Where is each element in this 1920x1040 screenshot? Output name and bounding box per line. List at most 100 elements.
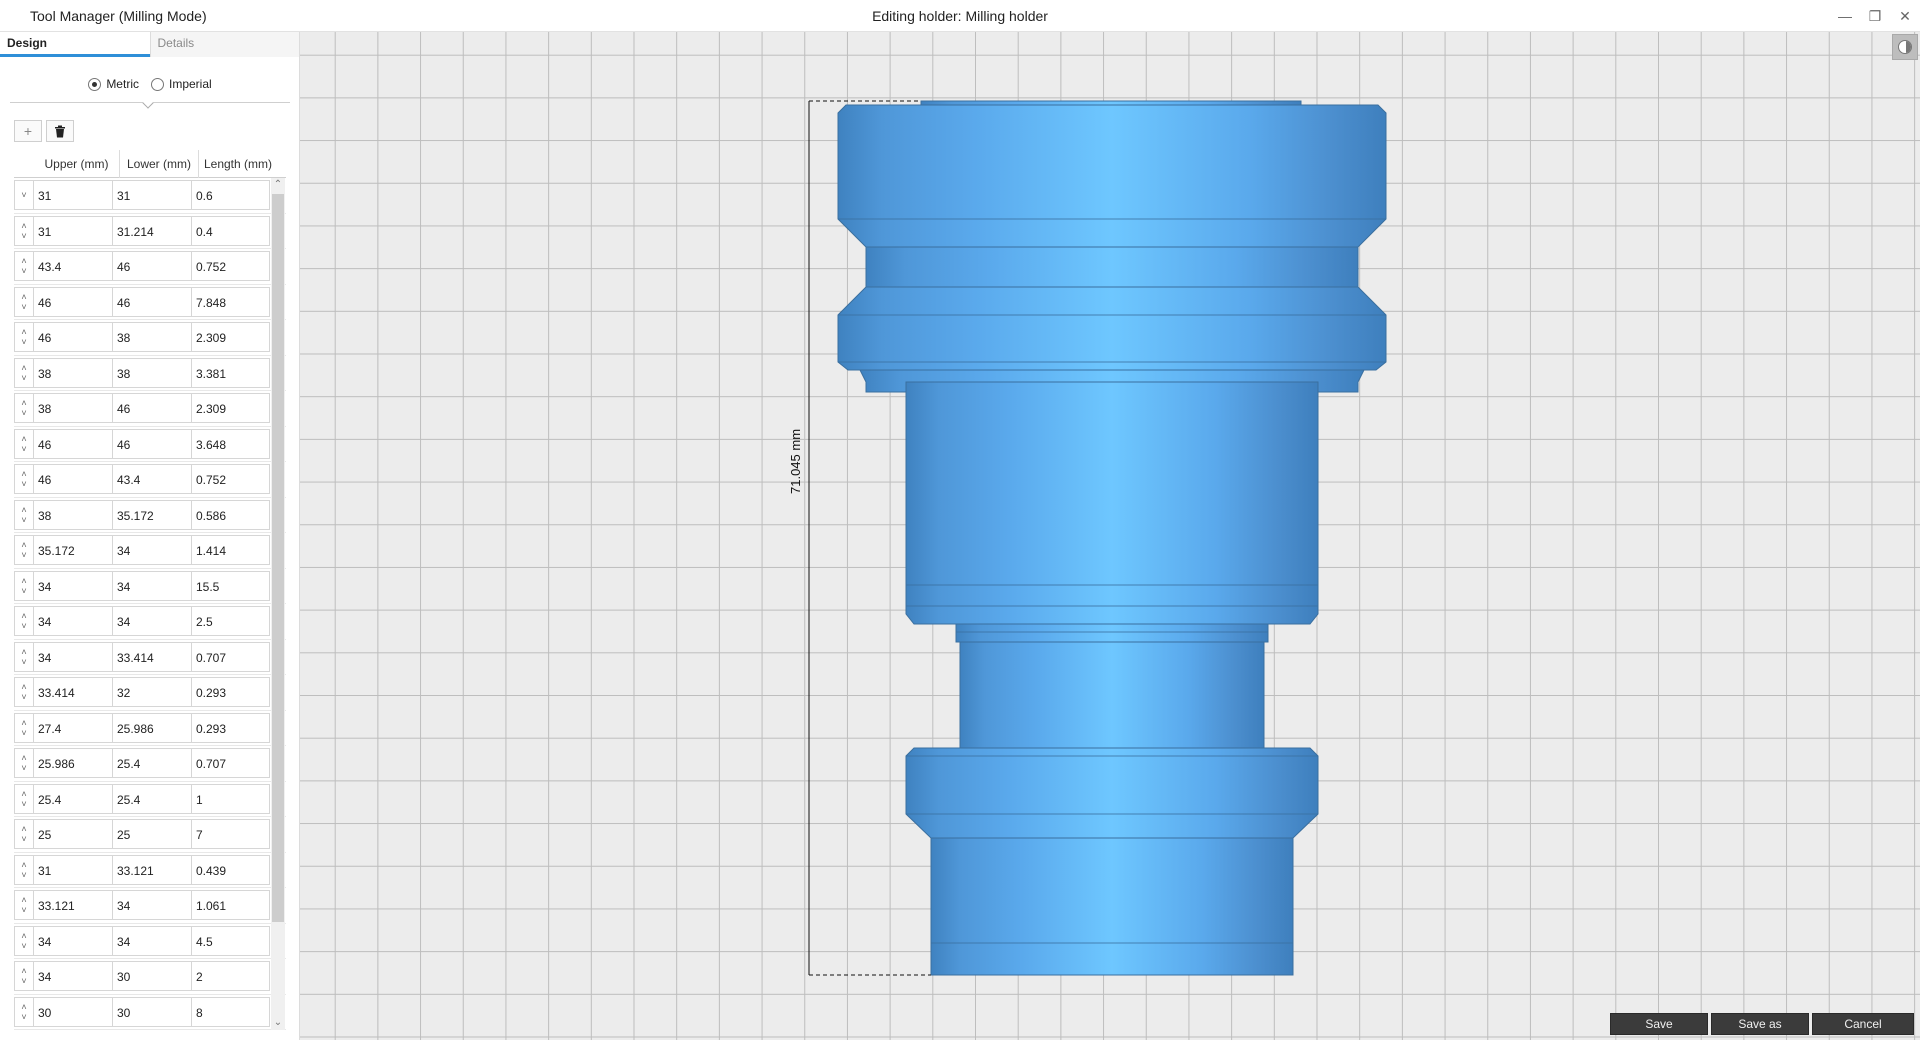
reorder-stepper[interactable]: ˄ ˅ <box>14 641 34 672</box>
upper-diameter-cell[interactable]: 34 <box>34 641 113 672</box>
table-row[interactable]: ˄ ˅ 46 46 7.848 <box>14 285 286 320</box>
table-row[interactable]: ˄ ˅ 34 34 2.5 <box>14 604 286 640</box>
move-up-icon[interactable]: ˄ <box>21 398 26 408</box>
lower-diameter-cell[interactable]: 30 <box>113 961 192 992</box>
move-down-icon[interactable]: ˅ <box>21 550 26 560</box>
lower-diameter-cell[interactable]: 34 <box>113 606 192 637</box>
move-down-icon[interactable]: ˅ <box>21 337 26 347</box>
length-cell[interactable]: 1.414 <box>192 535 270 566</box>
move-down-icon[interactable]: ˅ <box>21 763 26 773</box>
upper-diameter-cell[interactable]: 25.986 <box>34 748 113 779</box>
move-up-icon[interactable]: ˄ <box>21 647 26 657</box>
move-down-icon[interactable]: ˅ <box>21 373 26 383</box>
restore-icon[interactable]: ❐ <box>1860 0 1890 32</box>
lower-diameter-cell[interactable]: 34 <box>113 570 192 601</box>
move-down-icon[interactable]: ˅ <box>21 941 26 951</box>
move-up-icon[interactable]: ˄ <box>21 611 26 621</box>
table-row[interactable]: ˄ ˅ 38 46 2.309 <box>14 391 286 427</box>
reorder-stepper[interactable]: ˄ ˅ <box>14 357 34 388</box>
scroll-down-icon[interactable]: ⌄ <box>271 1016 285 1030</box>
scroll-up-icon[interactable]: ⌃ <box>271 178 285 192</box>
move-down-icon[interactable]: ˅ <box>21 799 26 809</box>
upper-diameter-cell[interactable]: 31 <box>34 854 113 885</box>
column-header-lower[interactable]: Lower (mm) <box>120 150 199 178</box>
lower-diameter-cell[interactable]: 30 <box>113 996 192 1027</box>
imperial-option[interactable]: Imperial <box>150 77 212 91</box>
table-row[interactable]: ˄ ˅ 46 38 2.309 <box>14 320 286 356</box>
lower-diameter-cell[interactable]: 38 <box>113 357 192 388</box>
move-down-icon[interactable]: ˅ <box>21 515 26 525</box>
move-up-icon[interactable]: ˄ <box>21 824 26 834</box>
length-cell[interactable]: 0.586 <box>192 499 270 530</box>
reorder-stepper[interactable]: ˄ ˅ <box>14 890 34 921</box>
move-down-icon[interactable]: ˅ <box>21 1012 26 1022</box>
length-cell[interactable]: 0.293 <box>192 677 270 708</box>
table-row[interactable]: ˄ ˅ 46 46 3.648 <box>14 427 286 462</box>
length-cell[interactable]: 7 <box>192 819 270 850</box>
upper-diameter-cell[interactable]: 38 <box>34 499 113 530</box>
move-down-icon[interactable]: ˅ <box>21 444 26 454</box>
reorder-stepper[interactable]: ˅ <box>14 180 34 211</box>
upper-diameter-cell[interactable]: 38 <box>34 357 113 388</box>
save-as-button[interactable]: Save as <box>1711 1013 1809 1035</box>
move-up-icon[interactable]: ˄ <box>21 966 26 976</box>
move-up-icon[interactable]: ˄ <box>21 789 26 799</box>
move-up-icon[interactable]: ˄ <box>21 540 26 550</box>
table-row[interactable]: ˄ ˅ 31 33.121 0.439 <box>14 853 286 888</box>
reorder-stepper[interactable]: ˄ ˅ <box>14 712 34 743</box>
upper-diameter-cell[interactable]: 27.4 <box>34 712 113 743</box>
move-up-icon[interactable]: ˄ <box>21 434 26 444</box>
move-up-icon[interactable]: ˄ <box>21 682 26 692</box>
length-cell[interactable]: 2 <box>192 961 270 992</box>
metric-radio[interactable] <box>88 77 102 91</box>
upper-diameter-cell[interactable]: 33.414 <box>34 677 113 708</box>
table-row[interactable]: ˄ ˅ 34 33.414 0.707 <box>14 640 286 675</box>
lower-diameter-cell[interactable]: 46 <box>113 393 192 424</box>
move-up-icon[interactable]: ˄ <box>21 576 26 586</box>
move-up-icon[interactable]: ˄ <box>21 363 26 373</box>
table-row[interactable]: ˄ ˅ 34 34 15.5 <box>14 569 286 604</box>
move-up-icon[interactable]: ˄ <box>21 256 26 266</box>
upper-diameter-cell[interactable]: 46 <box>34 464 113 495</box>
upper-diameter-cell[interactable]: 35.172 <box>34 535 113 566</box>
length-cell[interactable]: 1 <box>192 783 270 814</box>
move-down-icon[interactable]: ˅ <box>21 657 26 667</box>
lower-diameter-cell[interactable]: 34 <box>113 890 192 921</box>
length-cell[interactable]: 0.293 <box>192 712 270 743</box>
column-header-upper[interactable]: Upper (mm) <box>34 150 120 178</box>
move-down-icon[interactable]: ˅ <box>21 190 26 200</box>
minimize-icon[interactable]: — <box>1830 0 1860 32</box>
table-row[interactable]: ˄ ˅ 25 25 7 <box>14 817 286 853</box>
table-row[interactable]: ˄ ˅ 25.986 25.4 0.707 <box>14 746 286 782</box>
lower-diameter-cell[interactable]: 35.172 <box>113 499 192 530</box>
length-cell[interactable]: 3.648 <box>192 428 270 459</box>
lower-diameter-cell[interactable]: 33.121 <box>113 854 192 885</box>
move-up-icon[interactable]: ˄ <box>21 931 26 941</box>
upper-diameter-cell[interactable]: 25.4 <box>34 783 113 814</box>
lower-diameter-cell[interactable]: 43.4 <box>113 464 192 495</box>
lower-diameter-cell[interactable]: 25.4 <box>113 748 192 779</box>
upper-diameter-cell[interactable]: 38 <box>34 393 113 424</box>
lower-diameter-cell[interactable]: 46 <box>113 251 192 282</box>
collapse-chevron-icon[interactable] <box>142 97 154 109</box>
length-cell[interactable]: 0.707 <box>192 641 270 672</box>
upper-diameter-cell[interactable]: 31 <box>34 180 113 211</box>
table-row[interactable]: ˄ ˅ 33.414 32 0.293 <box>14 675 286 711</box>
move-up-icon[interactable]: ˄ <box>21 1002 26 1012</box>
move-up-icon[interactable]: ˄ <box>21 753 26 763</box>
imperial-radio[interactable] <box>150 77 164 91</box>
upper-diameter-cell[interactable]: 31 <box>34 215 113 246</box>
length-cell[interactable]: 2.309 <box>192 393 270 424</box>
reorder-stepper[interactable]: ˄ ˅ <box>14 499 34 530</box>
delete-segment-button[interactable] <box>46 120 74 142</box>
lower-diameter-cell[interactable]: 25 <box>113 819 192 850</box>
upper-diameter-cell[interactable]: 25 <box>34 819 113 850</box>
move-up-icon[interactable]: ˄ <box>21 221 26 231</box>
reorder-stepper[interactable]: ˄ ˅ <box>14 606 34 637</box>
reorder-stepper[interactable]: ˄ ˅ <box>14 215 34 246</box>
move-down-icon[interactable]: ˅ <box>21 266 26 276</box>
reorder-stepper[interactable]: ˄ ˅ <box>14 322 34 353</box>
reorder-stepper[interactable]: ˄ ˅ <box>14 996 34 1027</box>
table-row[interactable]: ˄ ˅ 34 30 2 <box>14 959 286 995</box>
reorder-stepper[interactable]: ˄ ˅ <box>14 251 34 282</box>
